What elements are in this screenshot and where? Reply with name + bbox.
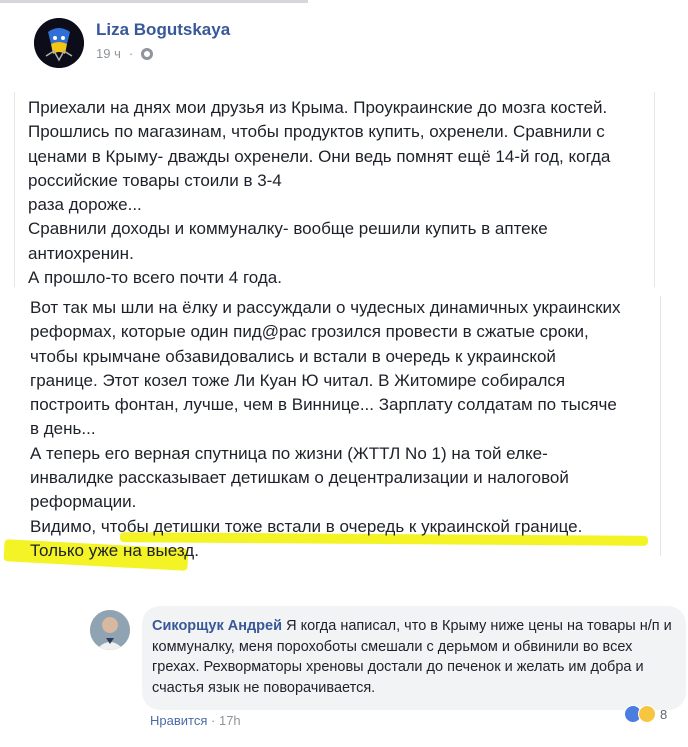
action-separator: · (211, 713, 216, 728)
text-line: А теперь его верная спутница по жизни (Ж… (30, 443, 548, 463)
commenter-name[interactable]: Сикорщук Андрей (152, 618, 282, 634)
comment-bubble: Сикорщук Андрей Я когда написал, что в К… (142, 606, 686, 710)
reaction-count: 8 (660, 706, 668, 722)
top-divider (0, 0, 308, 3)
comment-actions: Нравится · 17h (150, 713, 241, 728)
post-author-name[interactable]: Liza Bogutskaya (96, 20, 230, 40)
reaction-summary[interactable]: 8 (624, 705, 667, 723)
post-text-paragraph-1: Приехали на днях мои друзья из Крыма. Пр… (28, 96, 660, 290)
text-line: Видимо, чтобы детишки тоже встали в очер… (30, 516, 583, 536)
text-line: реформах, которые один пид@рас грозился … (30, 322, 589, 342)
text-line: Только уже на выезд. (30, 540, 199, 560)
text-line: А прошло-то всего почти 4 года. (28, 268, 282, 288)
text-line: границе. Этот козел тоже Ли Куан Ю читал… (30, 370, 566, 390)
text-line: Прошлись по магазинам, чтобы продуктов к… (28, 122, 605, 142)
post-meta: 19 ч · (96, 46, 154, 61)
text-line: российские товары стоили в 3-4 (28, 170, 282, 190)
text-line: реформации. (30, 492, 137, 512)
post-time[interactable]: 19 ч (96, 46, 121, 61)
text-line: построить фонтан, лучше, чем в Виннице..… (30, 395, 617, 415)
post-text-paragraph-2: Вот так мы шли на ёлку и рассуждали о чу… (30, 296, 660, 563)
globe-icon[interactable] (141, 47, 154, 60)
commenter-avatar-image (90, 610, 130, 650)
text-line: инвалидке рассказывает детишкам о децент… (30, 468, 569, 488)
screenshot-border-left (14, 92, 15, 287)
text-line: в день... (30, 419, 96, 439)
text-line: антиохренин. (28, 243, 134, 263)
commenter-avatar[interactable] (90, 610, 130, 650)
avatar-image (34, 18, 84, 68)
author-avatar[interactable] (34, 18, 84, 68)
meta-separator: · (128, 46, 134, 61)
screenshot-border-right-lower (660, 296, 661, 556)
comment-time[interactable]: 17h (219, 713, 241, 728)
text-line: Приехали на днях мои друзья из Крыма. Пр… (28, 98, 608, 117)
text-line: ценами в Крыму- дважды охренели. Они вед… (28, 146, 611, 166)
text-line: чтобы крымчане обзавидовались и встали в… (30, 346, 556, 366)
haha-reaction-icon (638, 705, 656, 723)
text-line: Сравнили доходы и коммуналку- вообще реш… (28, 219, 548, 239)
text-line: Вот так мы шли на ёлку и рассуждали о чу… (30, 298, 621, 317)
like-link[interactable]: Нравится (150, 713, 207, 728)
text-line: раза дороже... (28, 195, 142, 215)
